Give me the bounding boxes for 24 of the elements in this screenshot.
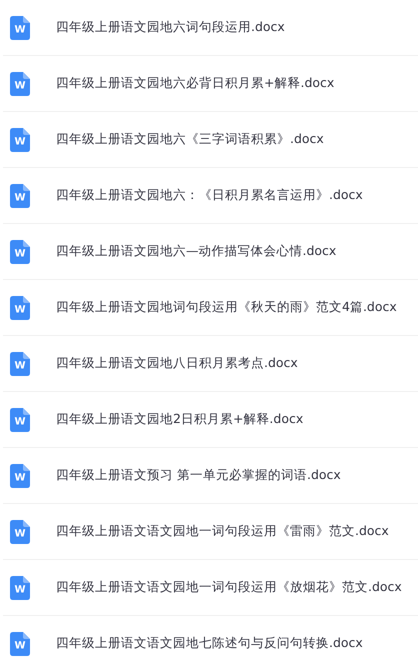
word-file-icon: W (10, 576, 30, 600)
word-file-icon: W (10, 632, 30, 656)
word-file-icon: W (10, 408, 30, 432)
file-name[interactable]: 四年级上册语文语文园地七陈述句与反问句转换.docx (56, 635, 363, 652)
word-file-icon: W (10, 128, 30, 152)
file-name[interactable]: 四年级上册语文园地六：《日积月累名言运用》.docx (56, 187, 363, 204)
file-name[interactable]: 四年级上册语文园地六《三字词语积累》.docx (56, 131, 324, 148)
file-name[interactable]: 四年级上册语文园地词句段运用《秋天的雨》范文4篇.docx (56, 299, 397, 316)
file-name[interactable]: 四年级上册语文园地2日积月累+解释.docx (56, 411, 304, 428)
file-name[interactable]: 四年级上册语文园地八日积月累考点.docx (56, 355, 298, 372)
file-name[interactable]: 四年级上册语文园地六—动作描写体会心情.docx (56, 243, 336, 260)
file-name[interactable]: 四年级上册语文语文园地一词句段运用《放烟花》范文.docx (56, 579, 402, 596)
file-name[interactable]: 四年级上册语文语文园地一词句段运用《雷雨》范文.docx (56, 523, 389, 540)
word-file-icon: W (10, 16, 30, 40)
word-file-icon: W (10, 296, 30, 320)
word-file-icon: W (10, 520, 30, 544)
word-file-icon: W (10, 240, 30, 264)
word-file-icon: W (10, 72, 30, 96)
word-file-icon: W (10, 352, 30, 376)
word-file-icon: W (10, 184, 30, 208)
word-file-icon: W (10, 464, 30, 488)
file-name[interactable]: 四年级上册语文园地六词句段运用.docx (56, 19, 285, 36)
file-name[interactable]: 四年级上册语文园地六必背日积月累+解释.docx (56, 75, 334, 92)
file-name[interactable]: 四年级上册语文预习 第一单元必掌握的词语.docx (56, 467, 341, 484)
